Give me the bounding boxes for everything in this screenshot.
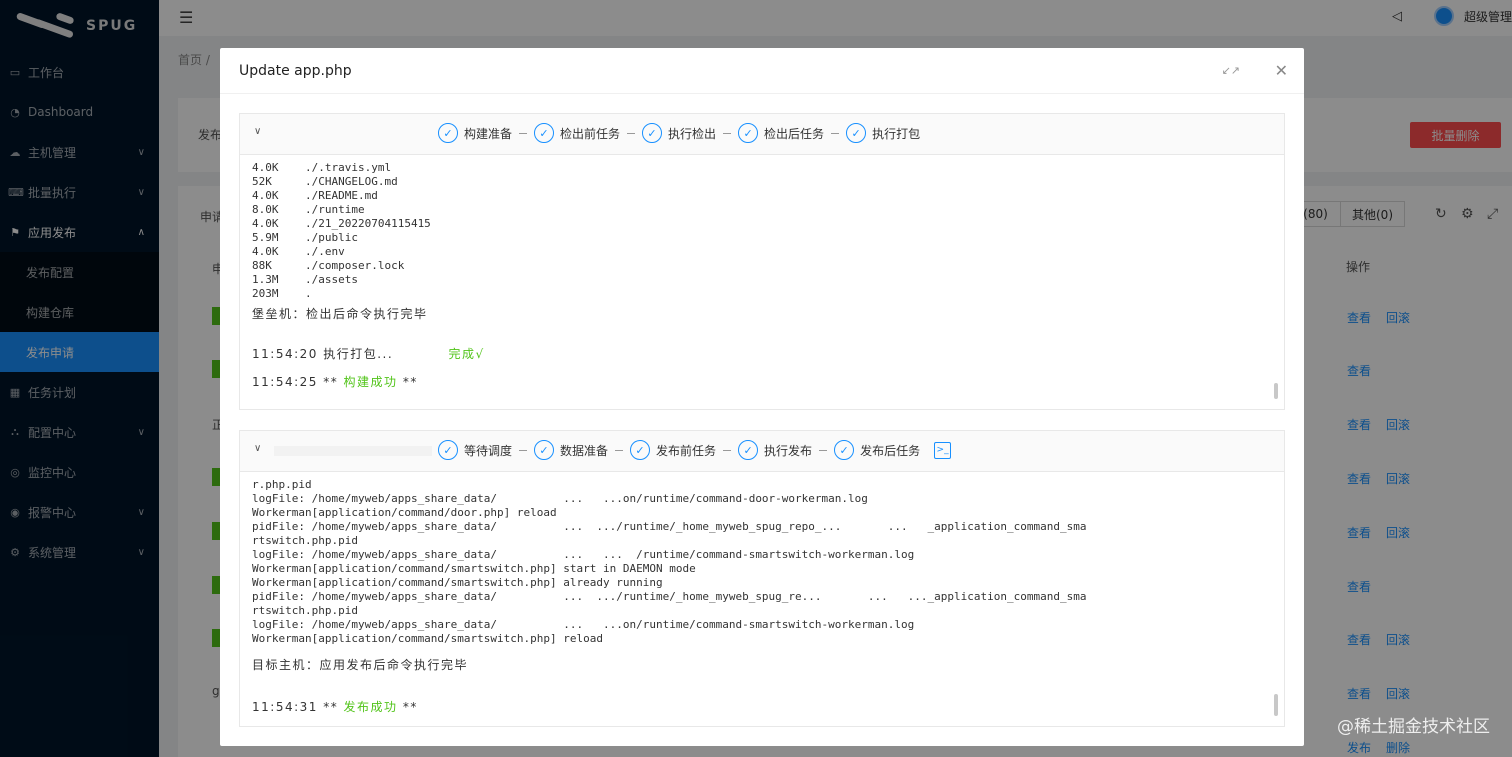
log-line: rtswitch.php.pid (252, 604, 358, 617)
chevron-down-icon[interactable]: ∨ (254, 126, 261, 137)
close-icon[interactable]: ✕ (1275, 61, 1288, 80)
step-label: 发布前任务 (656, 443, 717, 458)
log-line: 4.0K ./.env (252, 245, 345, 258)
check-icon: ✓ (738, 440, 759, 460)
check-icon: ✓ (534, 440, 555, 460)
step: ✓ 数据准备 (534, 440, 608, 460)
check-icon: ✓ (534, 123, 555, 143)
log-line: 5.9M ./public (252, 231, 358, 244)
check-icon: ✓ (438, 123, 458, 143)
check-icon: ✓ (630, 440, 651, 460)
step: ✓ 发布后任务 (834, 440, 920, 460)
step: ✓ 执行发布 (738, 440, 812, 460)
build-final-line: 11:54:25 ** 构建成功 ** (252, 375, 1272, 389)
build-panel-header[interactable]: ∨ ✓ 构建准备 ✓ 检出前任务 ✓ 执行检出 ✓ 检出后任务 ✓ 执行打包 (240, 114, 1284, 155)
pack-status: 完成√ (448, 347, 485, 361)
step-separator (831, 132, 840, 134)
step-label: 检出前任务 (560, 126, 621, 141)
log-line: pidFile: /home/myweb/apps_share_data/ ..… (252, 590, 1087, 603)
log-line: 52K ./CHANGELOG.md (252, 175, 398, 188)
step-separator (723, 132, 732, 134)
step-separator (627, 132, 636, 134)
deploy-panel: ∨ ✓ 等待调度 ✓ 数据准备 ✓ 发布前任务 ✓ 执行发布 ✓ 发布后任务 >_ r.php.pi… (239, 430, 1285, 727)
log-line: Workerman[application/command/smartswitc… (252, 576, 663, 589)
step-label: 等待调度 (464, 443, 513, 458)
build-log: 4.0K ./.travis.yml 52K ./CHANGELOG.md 4.0K… (240, 155, 1284, 409)
step: ✓ 执行检出 (642, 123, 716, 143)
step: ✓ 检出后任务 (738, 123, 824, 143)
log-line: 8.0K ./runtime (252, 203, 365, 216)
log-line: 203M . (252, 287, 312, 300)
log-line: 4.0K ./.travis.yml (252, 161, 392, 174)
scrollbar[interactable] (1274, 694, 1278, 716)
deploy-modal: Update app.php ↙↗ ✕ ∨ ✓ 构建准备 ✓ 检出前任务 ✓ 执行检出 ✓ 检… (220, 48, 1304, 746)
log-line: Workerman[application/command/door.php] … (252, 506, 557, 519)
build-success: 构建成功 (343, 375, 398, 389)
deploy-final-line: 11:54:31 ** 发布成功 ** (252, 700, 1272, 714)
deploy-done-msg: 目标主机：应用发布后命令执行完毕 (252, 658, 469, 672)
log-line: 4.0K ./README.md (252, 189, 378, 202)
step-label: 数据准备 (560, 443, 609, 458)
deploy-final-tail: ** (402, 700, 418, 714)
step-label: 执行打包 (872, 126, 921, 141)
deploy-success: 发布成功 (343, 700, 398, 714)
build-panel: ∨ ✓ 构建准备 ✓ 检出前任务 ✓ 执行检出 ✓ 检出后任务 ✓ 执行打包 4.0K ./.tr… (239, 113, 1285, 410)
compress-icon[interactable]: ↙↗ (1222, 64, 1240, 77)
log-line: Workerman[application/command/smartswitc… (252, 632, 603, 645)
pack-time: 11:54:20 执行打包... (252, 347, 394, 361)
log-line: Workerman[application/command/smartswitc… (252, 562, 696, 575)
deploy-final-time: 11:54:31 ** (252, 700, 339, 714)
log-line: rtswitch.php.pid (252, 534, 358, 547)
log-line: 4.0K ./21_20220704115415 (252, 217, 431, 230)
step-separator (615, 449, 624, 451)
pack-line: 11:54:20 执行打包... 完成√ (252, 347, 1272, 361)
log-line: logFile: /home/myweb/apps_share_data/ ..… (252, 492, 868, 505)
log-line: pidFile: /home/myweb/apps_share_data/ ..… (252, 520, 1087, 533)
check-icon: ✓ (738, 123, 759, 143)
build-done-msg: 堡垒机：检出后命令执行完毕 (252, 307, 428, 321)
step: ✓ 执行打包 (846, 123, 920, 143)
watermark: @稀土掘金技术社区 (1337, 717, 1490, 737)
log-line: 1.3M ./assets (252, 273, 358, 286)
log-line: logFile: /home/myweb/apps_share_data/ ..… (252, 618, 915, 631)
step-separator (519, 449, 528, 451)
terminal-icon[interactable]: >_ (934, 441, 952, 459)
build-final-time: 11:54:25 ** (252, 375, 339, 389)
step-separator (723, 449, 732, 451)
check-icon: ✓ (642, 123, 663, 143)
deploy-panel-header[interactable]: ∨ ✓ 等待调度 ✓ 数据准备 ✓ 发布前任务 ✓ 执行发布 ✓ 发布后任务 >_ (240, 431, 1284, 472)
host-name-redacted (274, 446, 432, 456)
check-icon: ✓ (834, 440, 855, 460)
step-label: 检出后任务 (764, 126, 825, 141)
scrollbar[interactable] (1274, 383, 1278, 399)
modal-title: Update app.php (239, 62, 352, 79)
step-label: 构建准备 (464, 126, 513, 141)
build-steps: ✓ 构建准备 ✓ 检出前任务 ✓ 执行检出 ✓ 检出后任务 ✓ 执行打包 (438, 123, 920, 143)
step-separator (519, 132, 528, 134)
step: ✓ 检出前任务 (534, 123, 620, 143)
log-line: 88K ./composer.lock (252, 259, 405, 272)
log-line: r.php.pid (252, 478, 312, 491)
step-label: 发布后任务 (860, 443, 921, 458)
step: ✓ 发布前任务 (630, 440, 716, 460)
deploy-log: r.php.pid logFile: /home/myweb/apps_share… (240, 472, 1284, 726)
chevron-down-icon[interactable]: ∨ (254, 443, 261, 454)
step-separator (819, 449, 828, 451)
deploy-steps: ✓ 等待调度 ✓ 数据准备 ✓ 发布前任务 ✓ 执行发布 ✓ 发布后任务 >_ (438, 440, 952, 460)
log-line: logFile: /home/myweb/apps_share_data/ ..… (252, 548, 915, 561)
step-label: 执行检出 (668, 126, 717, 141)
step: ✓ 构建准备 (438, 123, 512, 143)
step-label: 执行发布 (764, 443, 813, 458)
check-icon: ✓ (438, 440, 458, 460)
build-final-tail: ** (402, 375, 418, 389)
check-icon: ✓ (846, 123, 867, 143)
step: ✓ 等待调度 (438, 440, 512, 460)
modal-header: Update app.php (220, 48, 1304, 94)
